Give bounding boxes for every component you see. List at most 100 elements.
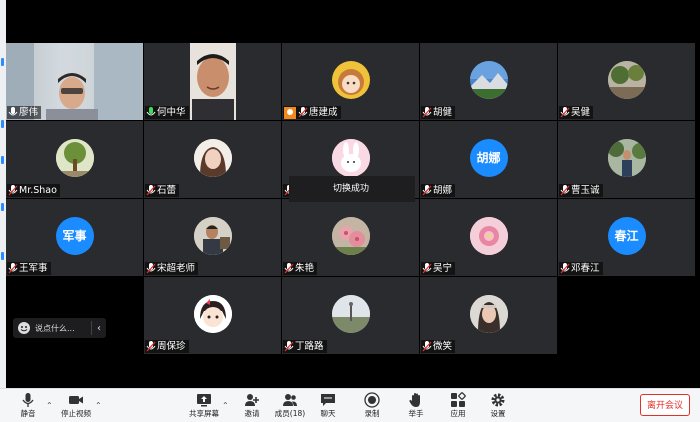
invite-label: 邀请: [244, 409, 260, 418]
mic-muted-icon: [146, 185, 156, 196]
participant-name: 周保珍: [157, 341, 186, 352]
mic-on-icon: [146, 107, 156, 116]
participant-tile[interactable]: Mr.Shao: [6, 121, 143, 198]
participant-tile[interactable]: 唐建成: [282, 43, 419, 120]
participant-name: 吴宁: [433, 263, 453, 274]
edge-marker: [1, 58, 4, 66]
participant-name: Mr.Shao: [19, 185, 57, 196]
record-button[interactable]: 录制: [352, 390, 392, 419]
toast-text: 切换成功: [333, 184, 370, 194]
share-options-chevron-icon[interactable]: ⌃: [222, 401, 229, 410]
toast-notification: 切换成功: [289, 176, 415, 202]
participant-tile[interactable]: 微笑: [420, 277, 557, 354]
participant-name: 胡健: [433, 107, 453, 118]
mic-muted-icon: [422, 107, 432, 118]
participant-tile[interactable]: 宋超老师: [144, 199, 281, 276]
participant-name-label: 唐建成: [283, 106, 341, 119]
invite-icon: [245, 394, 259, 406]
participant-tile[interactable]: 周保珍: [144, 277, 281, 354]
participant-name-label: 何中华: [145, 106, 189, 119]
participant-name-label: 胡健: [421, 106, 456, 119]
mic-muted-icon: [560, 263, 570, 274]
participant-name: 何中华: [157, 107, 186, 118]
participant-avatar: [331, 139, 370, 177]
participant-tile[interactable]: 胡健: [420, 43, 557, 120]
chat-button[interactable]: 聊天: [308, 390, 348, 419]
participant-tile[interactable]: 吴宁: [420, 199, 557, 276]
participant-name-label: 微笑: [421, 340, 456, 353]
participant-name-label: 胡娜: [421, 184, 456, 197]
edge-marker: [1, 120, 4, 128]
mute-button[interactable]: 静音: [8, 390, 48, 419]
participant-avatar: [469, 295, 508, 333]
participant-avatar: [331, 295, 370, 333]
stop-video-button[interactable]: 停止视频: [56, 390, 96, 419]
camera-icon: [69, 396, 83, 404]
mic-muted-icon: [422, 341, 432, 352]
mic-muted-icon: [298, 107, 308, 118]
stop-video-label: 停止视频: [61, 409, 91, 418]
participant-avatar: [469, 217, 508, 255]
participant-name-label: 吴健: [559, 106, 594, 119]
participant-name-label: 石蕾: [145, 184, 180, 197]
participant-name: 吴健: [571, 107, 591, 118]
participants-button[interactable]: 成员(18): [270, 390, 310, 419]
chat-input-bar[interactable]: 说点什么... ‹: [13, 318, 106, 338]
mute-label: 静音: [20, 409, 36, 418]
mic-muted-icon: [8, 185, 18, 196]
share-screen-icon: [197, 394, 211, 407]
participant-avatar: [607, 61, 646, 99]
participant-avatar: [469, 61, 508, 99]
gear-icon: [491, 393, 505, 407]
chat-input[interactable]: 说点什么...: [35, 323, 75, 334]
participant-tile[interactable]: 吴健: [558, 43, 695, 120]
participant-name-label: 丁路路: [283, 340, 327, 353]
microphone-icon: [22, 393, 34, 407]
apps-label: 应用: [450, 409, 466, 418]
raise-hand-button[interactable]: 举手: [396, 390, 436, 419]
participant-tile[interactable]: 曹玉诚: [558, 121, 695, 198]
apps-icon: [451, 392, 466, 407]
participant-name-label: Mr.Shao: [7, 184, 60, 197]
mic-muted-icon: [422, 185, 432, 196]
participant-tile[interactable]: 廖伟: [6, 43, 143, 120]
participant-tile[interactable]: 朱艳: [282, 199, 419, 276]
settings-button[interactable]: 设置: [478, 390, 518, 419]
host-icon: [284, 106, 296, 119]
leave-meeting-button[interactable]: 离开会议: [640, 394, 690, 416]
participant-tile[interactable]: 春江 邓春江: [558, 199, 695, 276]
mic-on-icon: [8, 107, 18, 116]
participant-avatar: [331, 217, 370, 255]
participant-tile[interactable]: 石蕾: [144, 121, 281, 198]
participant-avatar: [331, 61, 370, 99]
participant-name-label: 宋超老师: [145, 262, 199, 275]
invite-button[interactable]: 邀请: [232, 390, 272, 419]
chat-icon: [321, 394, 335, 406]
participant-tile[interactable]: 军事 王军事: [6, 199, 143, 276]
participant-avatar: [193, 139, 232, 177]
participant-name-label: 廖伟: [7, 106, 42, 119]
apps-button[interactable]: 应用: [438, 390, 478, 419]
participant-tile[interactable]: 丁路路: [282, 277, 419, 354]
participant-name: 丁路路: [295, 341, 324, 352]
participant-avatar: [55, 139, 94, 177]
mic-muted-icon: [422, 263, 432, 274]
emoji-icon[interactable]: [17, 321, 31, 335]
mic-muted-icon: [560, 185, 570, 196]
participant-name-label: 吴宁: [421, 262, 456, 275]
chat-label: 聊天: [320, 409, 336, 418]
mic-muted-icon: [560, 107, 570, 118]
participant-tile-active[interactable]: 何中华: [144, 43, 281, 120]
participant-tile[interactable]: 胡娜 胡娜: [420, 121, 557, 198]
share-screen-label: 共享屏幕: [189, 409, 219, 418]
participants-label: 成员(18): [274, 409, 306, 418]
collapse-chevron-icon[interactable]: ‹: [97, 323, 101, 334]
video-options-chevron-icon[interactable]: ⌃: [95, 401, 102, 410]
mic-muted-icon: [284, 341, 294, 352]
participant-name-label: 周保珍: [145, 340, 189, 353]
share-screen-button[interactable]: 共享屏幕: [184, 390, 224, 419]
participant-name-label: 曹玉诚: [559, 184, 603, 197]
mute-options-chevron-icon[interactable]: ⌃: [46, 401, 53, 410]
participant-name: 王军事: [19, 263, 48, 274]
participant-name: 唐建成: [309, 107, 338, 118]
